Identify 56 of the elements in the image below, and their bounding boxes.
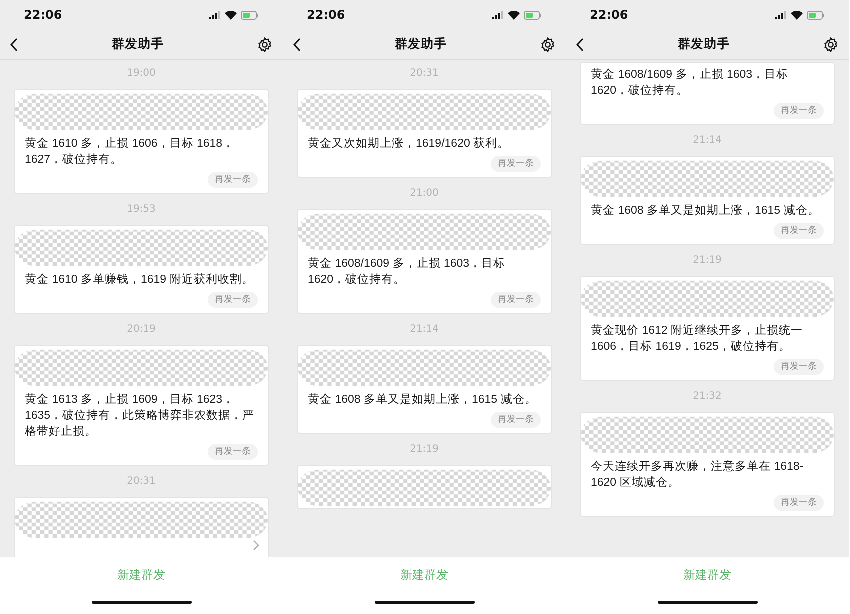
back-icon[interactable] [10,38,19,52]
timestamp: 21:32 [693,390,722,404]
message-text: 黄金 1608/1609 多，止损 1603，目标 1620，破位持有。 [590,68,790,99]
new-broadcast-button[interactable]: 新建群发 [684,566,732,584]
new-broadcast-button[interactable]: 新建群发 [400,566,448,584]
resend-button[interactable]: 再发一条 [491,292,541,308]
page-title: 群发助手 [395,35,447,54]
back-icon[interactable] [293,38,302,52]
resend-button[interactable]: 再发一条 [491,156,541,172]
page-title: 群发助手 [112,35,164,54]
message-text: 今天连续开多再次赚，注意多单在 1618-1620 区域减仓。 [590,459,805,491]
battery-icon [807,10,825,20]
timestamp: 19:00 [127,67,156,81]
resend-button[interactable]: 再发一条 [208,444,258,460]
back-icon[interactable] [576,38,585,52]
status-time: 22:06 [307,7,346,24]
chevron-right-icon [253,540,260,551]
resend-button[interactable]: 再发一条 [208,172,258,188]
timestamp: 21:19 [410,443,439,457]
message-text: 黄金 1608 多单又是如期上涨，1615 减仓。 [590,204,821,219]
wifi-icon [508,10,520,20]
wifi-icon [225,10,237,20]
settings-icon[interactable] [257,36,273,52]
settings-icon[interactable] [540,36,556,52]
page-title: 群发助手 [678,35,730,54]
timestamp: 20:19 [127,323,156,337]
status-time: 22:06 [590,7,628,24]
status-time: 22:06 [24,7,62,24]
timestamp: 21:14 [693,134,722,148]
message-text: 黄金 1608/1609 多，止损 1603，目标 1620，破位持有。 [307,256,507,288]
timestamp: 21:00 [410,187,439,201]
resend-button[interactable]: 再发一条 [491,412,541,428]
new-broadcast-button[interactable]: 新建群发 [118,566,166,584]
message-text: 黄金 1613 多，止损 1609，目标 1623，1635，破位持有，此策略博弈非农数据，严格带好止损。 [24,392,256,440]
resend-button[interactable]: 再发一条 [774,495,824,511]
message-text: 黄金又次如期上涨，1619/1620 获利。 [307,136,511,152]
settings-icon[interactable] [823,36,839,52]
timestamp: 20:31 [127,475,156,489]
message-text: 黄金 1610 多，止损 1606，目标 1618，1627，破位持有。 [24,136,236,168]
battery-icon [524,10,542,20]
wifi-icon [791,10,803,20]
message-text: 黄金现价 1612 附近继续开多，止损统一 1606，目标 1619，1625，破位持有。 [590,324,804,355]
timestamp: 21:14 [410,323,439,337]
timestamp: 20:31 [410,67,439,81]
timestamp: 19:53 [127,203,156,217]
resend-button[interactable]: 再发一条 [774,103,824,119]
battery-icon [241,10,259,20]
resend-button[interactable]: 再发一条 [774,359,824,375]
signal-icon [775,11,787,19]
signal-icon [209,11,221,19]
resend-button[interactable]: 再发一条 [774,223,824,239]
message-text: 黄金 1608 多单又是如期上涨，1615 减仓。 [307,392,538,408]
resend-button[interactable]: 再发一条 [208,292,258,308]
timestamp: 21:19 [693,254,722,268]
signal-icon [492,11,504,19]
message-text: 黄金 1610 多单赚钱，1619 附近获利收割。 [24,272,255,288]
